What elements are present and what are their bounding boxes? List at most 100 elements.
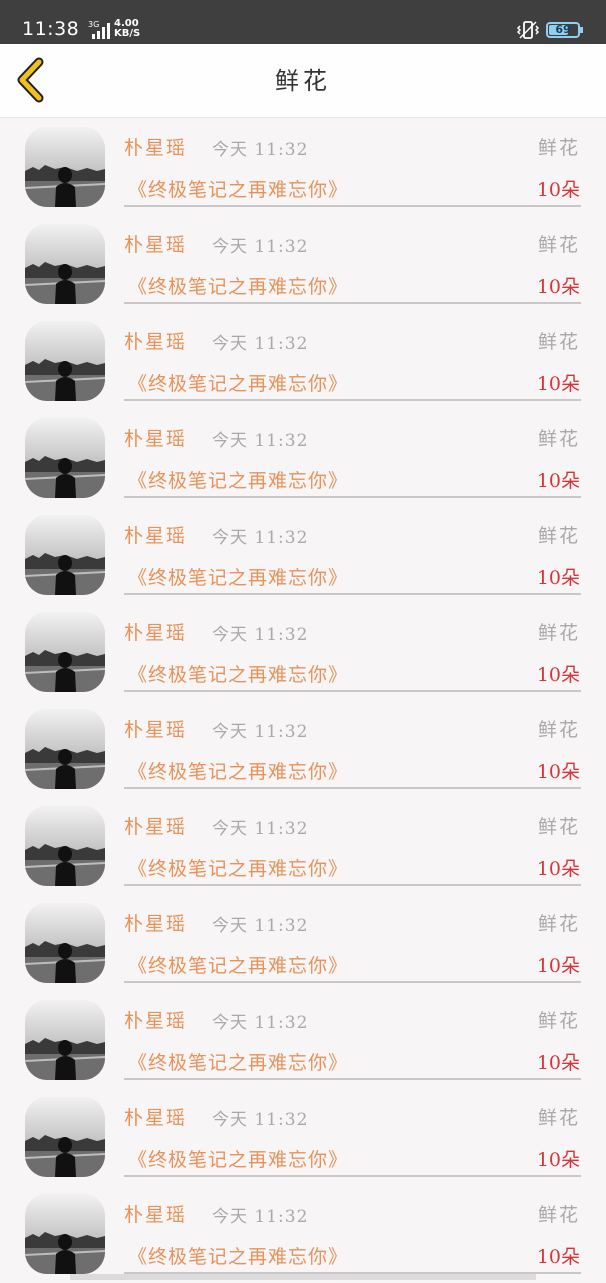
book-title: 《终极笔记之再难忘你》 <box>128 664 349 686</box>
gift-type: 鲜花 <box>537 1010 580 1032</box>
divider <box>124 302 581 304</box>
avatar-photo <box>25 1000 105 1080</box>
gift-count: 10朵 <box>536 1052 580 1074</box>
book-title: 《终极笔记之再难忘你》 <box>128 373 349 395</box>
list-item[interactable]: 朴星瑶 今天 11:32 鲜花 《终极笔记之再难忘你》 10朵 <box>0 798 606 895</box>
book-title: 《终极笔记之再难忘你》 <box>128 179 349 201</box>
avatar[interactable] <box>25 612 105 692</box>
battery-tip <box>580 27 583 33</box>
book-title: 《终极笔记之再难忘你》 <box>128 470 349 492</box>
list-item[interactable]: 朴星瑶 今天 11:32 鲜花 《终极笔记之再难忘你》 10朵 <box>0 895 606 992</box>
gift-type: 鲜花 <box>537 1107 580 1129</box>
send-time: 今天 11:32 <box>212 1207 309 1227</box>
list-item[interactable]: 朴星瑶 今天 11:32 鲜花 《终极笔记之再难忘你》 10朵 <box>0 119 606 216</box>
vibrate-icon <box>516 21 540 39</box>
book-title: 《终极笔记之再难忘你》 <box>128 1149 349 1171</box>
sender-name: 朴星瑶 <box>124 913 188 935</box>
book-title: 《终极笔记之再难忘你》 <box>128 955 349 977</box>
book-title: 《终极笔记之再难忘你》 <box>128 1246 349 1268</box>
status-bar: 11:38 3G 4.00 KB/S 69 <box>0 0 606 44</box>
gift-type: 鲜花 <box>537 428 580 450</box>
list-item[interactable]: 朴星瑶 今天 11:32 鲜花 《终极笔记之再难忘你》 10朵 <box>0 313 606 410</box>
send-time: 今天 11:32 <box>212 625 309 645</box>
gift-type: 鲜花 <box>537 1204 580 1226</box>
scroll-indicator <box>70 1274 536 1280</box>
divider <box>124 1175 581 1177</box>
sender-name: 朴星瑶 <box>124 1010 188 1032</box>
page-title: 鲜花 <box>275 67 331 95</box>
sender-name: 朴星瑶 <box>124 137 188 159</box>
sender-name: 朴星瑶 <box>124 719 188 741</box>
avatar[interactable] <box>25 1000 105 1080</box>
send-time: 今天 11:32 <box>212 722 309 742</box>
gift-type: 鲜花 <box>537 913 580 935</box>
send-time: 今天 11:32 <box>212 916 309 936</box>
gift-type: 鲜花 <box>537 622 580 644</box>
send-time: 今天 11:32 <box>212 237 309 257</box>
avatar[interactable] <box>25 1194 105 1274</box>
book-title: 《终极笔记之再难忘你》 <box>128 567 349 589</box>
avatar-photo <box>25 1194 105 1274</box>
avatar[interactable] <box>25 418 105 498</box>
gift-count: 10朵 <box>536 955 580 977</box>
send-time: 今天 11:32 <box>212 528 309 548</box>
avatar-photo <box>25 1097 105 1177</box>
sender-name: 朴星瑶 <box>124 234 188 256</box>
gift-count: 10朵 <box>536 470 580 492</box>
gift-type: 鲜花 <box>537 525 580 547</box>
avatar-photo <box>25 224 105 304</box>
divider <box>124 981 581 983</box>
send-time: 今天 11:32 <box>212 334 309 354</box>
sender-name: 朴星瑶 <box>124 622 188 644</box>
sender-name: 朴星瑶 <box>124 1107 188 1129</box>
battery-percent: 69 <box>555 23 571 36</box>
network-speed-unit: KB/S <box>114 28 141 39</box>
divider <box>124 1078 581 1080</box>
avatar[interactable] <box>25 127 105 207</box>
list-item[interactable]: 朴星瑶 今天 11:32 鲜花 《终极笔记之再难忘你》 10朵 <box>0 410 606 507</box>
status-time: 11:38 <box>22 18 80 40</box>
gift-count: 10朵 <box>536 1246 580 1268</box>
sender-name: 朴星瑶 <box>124 1204 188 1226</box>
book-title: 《终极笔记之再难忘你》 <box>128 276 349 298</box>
list-item[interactable]: 朴星瑶 今天 11:32 鲜花 《终极笔记之再难忘你》 10朵 <box>0 604 606 701</box>
send-time: 今天 11:32 <box>212 140 309 160</box>
gift-count: 10朵 <box>536 373 580 395</box>
gift-type: 鲜花 <box>537 719 580 741</box>
avatar[interactable] <box>25 1097 105 1177</box>
avatar-photo <box>25 903 105 983</box>
battery-icon: 69 <box>546 22 580 38</box>
gift-count: 10朵 <box>536 858 580 880</box>
send-time: 今天 11:32 <box>212 819 309 839</box>
avatar-photo <box>25 806 105 886</box>
gift-count: 10朵 <box>536 664 580 686</box>
list-item[interactable]: 朴星瑶 今天 11:32 鲜花 《终极笔记之再难忘你》 10朵 <box>0 701 606 798</box>
avatar-photo <box>25 709 105 789</box>
sender-name: 朴星瑶 <box>124 525 188 547</box>
gift-count: 10朵 <box>536 276 580 298</box>
avatar[interactable] <box>25 903 105 983</box>
divider <box>124 690 581 692</box>
avatar[interactable] <box>25 321 105 401</box>
book-title: 《终极笔记之再难忘你》 <box>128 1052 349 1074</box>
avatar[interactable] <box>25 806 105 886</box>
list-item[interactable]: 朴星瑶 今天 11:32 鲜花 《终极笔记之再难忘你》 10朵 <box>0 216 606 313</box>
avatar[interactable] <box>25 515 105 595</box>
avatar[interactable] <box>25 709 105 789</box>
list-item[interactable]: 朴星瑶 今天 11:32 鲜花 《终极笔记之再难忘你》 10朵 <box>0 1089 606 1186</box>
book-title: 《终极笔记之再难忘你》 <box>128 761 349 783</box>
divider <box>124 787 581 789</box>
list-item[interactable]: 朴星瑶 今天 11:32 鲜花 《终极笔记之再难忘你》 10朵 <box>0 1186 606 1283</box>
divider <box>124 884 581 886</box>
sender-name: 朴星瑶 <box>124 331 188 353</box>
sender-name: 朴星瑶 <box>124 428 188 450</box>
send-time: 今天 11:32 <box>212 431 309 451</box>
send-time: 今天 11:32 <box>212 1110 309 1130</box>
gift-count: 10朵 <box>536 1149 580 1171</box>
list-item[interactable]: 朴星瑶 今天 11:32 鲜花 《终极笔记之再难忘你》 10朵 <box>0 507 606 604</box>
network-speed: 4.00 KB/S <box>114 19 140 39</box>
list-item[interactable]: 朴星瑶 今天 11:32 鲜花 《终极笔记之再难忘你》 10朵 <box>0 992 606 1089</box>
avatar[interactable] <box>25 224 105 304</box>
avatar-photo <box>25 127 105 207</box>
gift-count: 10朵 <box>536 761 580 783</box>
